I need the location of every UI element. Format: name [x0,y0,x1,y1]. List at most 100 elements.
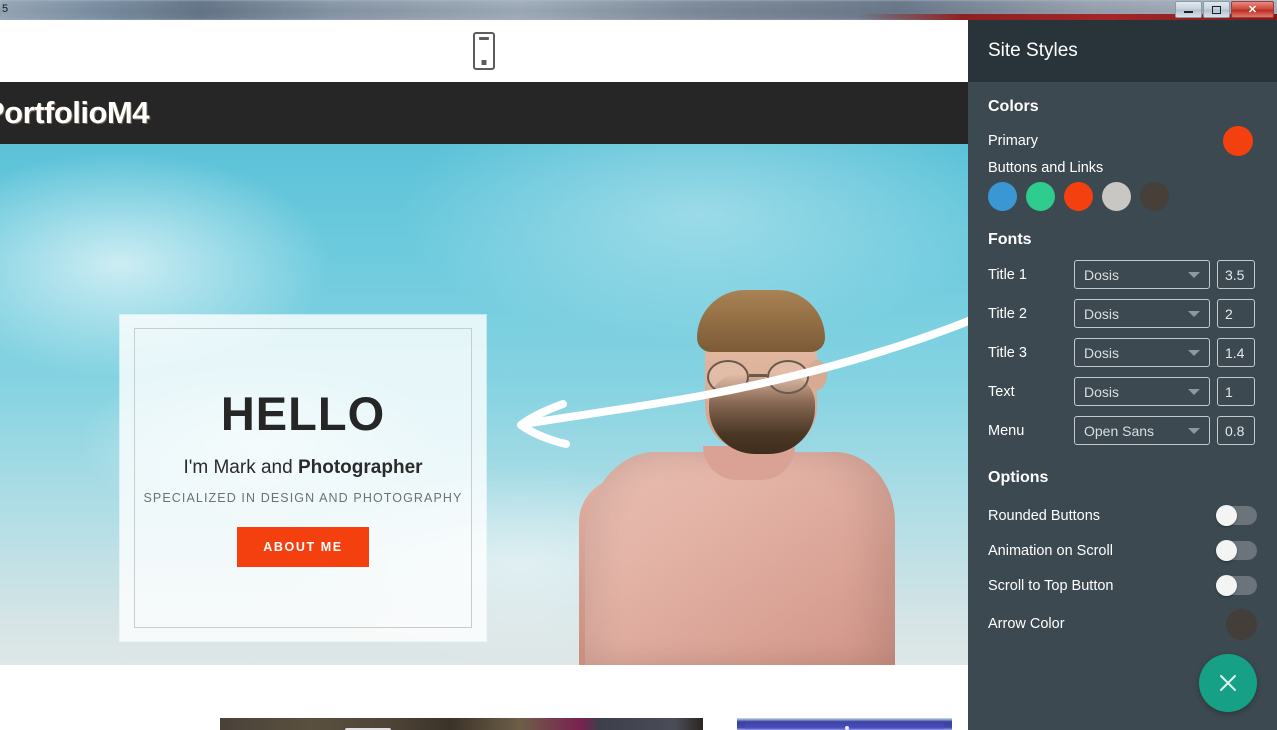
hero-card-inner: HELLO I'm Mark and Photographer SPECIALI… [134,328,472,628]
font-label-text: Text [988,383,1015,400]
option-row-animation-on-scroll: Animation on Scroll [988,533,1257,568]
font-select-text[interactable]: Dosis [1074,377,1210,406]
font-size-value-title-3: 1.4 [1225,344,1245,361]
option-row-arrow-color: Arrow Color [988,603,1257,645]
close-x-icon [1220,675,1236,691]
font-row-menu: Menu Open Sans 0.8 [988,416,1257,445]
option-label-scroll-to-top: Scroll to Top Button [988,577,1114,594]
option-row-rounded-buttons: Rounded Buttons [988,498,1257,533]
font-value-title-2: Dosis [1084,305,1120,322]
chevron-down-icon [1188,310,1200,317]
font-value-title-3: Dosis [1084,344,1120,361]
toggle-knob [1216,575,1237,596]
maximize-button[interactable] [1203,1,1230,18]
arrow-color-swatch[interactable] [1226,608,1257,640]
font-row-title-3: Title 3 Dosis 1.4 [988,338,1257,367]
site-styles-panel: Site Styles Colors Primary Buttons and L… [968,20,1277,730]
hero-subtitle-plain: I'm Mark and [183,456,298,478]
panel-body: Colors Primary Buttons and Links Fonts T… [968,82,1277,645]
primary-color-swatch[interactable] [1223,126,1253,156]
site-logo[interactable]: PortfolioM4 [0,95,150,131]
toggle-knob [1216,505,1237,526]
options-section-heading: Options [988,469,1049,486]
chevron-down-icon [1188,388,1200,395]
hero-title: HELLO [220,386,386,440]
option-label-animation-on-scroll: Animation on Scroll [988,542,1113,559]
fonts-section-heading: Fonts [988,231,1032,248]
buttons-links-swatches [988,182,1257,211]
font-row-title-2: Title 2 Dosis 2 [988,299,1257,328]
primary-color-label: Primary [988,133,1038,149]
person-hair [697,290,825,352]
window-title-bar: 5 ✕ [0,0,1277,20]
window-title-label: 5 [2,3,9,15]
toggle-animation-on-scroll[interactable] [1216,540,1257,561]
chevron-down-icon [1188,427,1200,434]
option-label-rounded-buttons: Rounded Buttons [988,507,1101,524]
portfolio-thumbnail-1[interactable] [220,718,703,730]
mobile-phone-icon[interactable] [473,32,495,70]
maximize-icon [1212,5,1221,14]
font-size-input-text[interactable]: 1 [1217,377,1255,406]
portfolio-section [0,665,968,730]
font-label-title-1: Title 1 [988,266,1027,283]
person-glasses-bridge [749,374,767,377]
chevron-down-icon [1188,349,1200,356]
font-size-input-title-2[interactable]: 2 [1217,299,1255,328]
hero-specialized-text: SPECIALIZED IN DESIGN AND PHOTOGRAPHY [143,490,463,505]
font-select-title-3[interactable]: Dosis [1074,338,1210,367]
option-label-arrow-color: Arrow Color [988,616,1065,632]
close-panel-button[interactable] [1199,654,1257,712]
toggle-rounded-buttons[interactable] [1216,505,1257,526]
person-shirt [585,452,895,665]
font-row-title-1: Title 1 Dosis 3.5 [988,260,1257,289]
person-ear [807,360,827,390]
person-photo [579,264,915,665]
hero-content-card: HELLO I'm Mark and Photographer SPECIALI… [120,315,486,641]
colors-section-heading: Colors [988,98,1039,115]
close-button[interactable]: ✕ [1231,1,1274,18]
font-size-value-title-1: 3.5 [1225,266,1245,283]
font-value-menu: Open Sans [1084,422,1155,439]
font-value-title-1: Dosis [1084,266,1120,283]
font-size-value-title-2: 2 [1225,305,1233,322]
about-me-button[interactable]: ABOUT ME [237,526,369,567]
panel-title: Site Styles [988,40,1078,61]
app-root: 5 ✕ PortfolioM4 HELLO I'm Mark and Photo… [0,0,1277,730]
font-select-menu[interactable]: Open Sans [1074,416,1210,445]
minimize-icon [1184,11,1193,13]
font-label-title-2: Title 2 [988,305,1027,322]
window-controls: ✕ [1175,1,1274,18]
swatch-light-gray[interactable] [1102,182,1131,211]
swatch-green[interactable] [1026,182,1055,211]
font-select-title-2[interactable]: Dosis [1074,299,1210,328]
font-size-input-menu[interactable]: 0.8 [1217,416,1255,445]
font-select-title-1[interactable]: Dosis [1074,260,1210,289]
buttons-links-label: Buttons and Links [988,160,1104,176]
portfolio-thumbnail-2[interactable] [737,718,952,730]
website-preview-canvas: PortfolioM4 HELLO I'm Mark and Photograp… [0,20,968,730]
hero-subtitle-bold: Photographer [297,456,423,478]
font-label-title-3: Title 3 [988,344,1027,361]
swatch-blue[interactable] [988,182,1017,211]
chevron-down-icon [1188,271,1200,278]
swatch-orange[interactable] [1064,182,1093,211]
font-size-value-menu: 0.8 [1225,422,1245,439]
font-value-text: Dosis [1084,383,1120,400]
toggle-knob [1216,540,1237,561]
hero-subtitle: I'm Mark and Photographer [183,457,422,479]
font-size-input-title-1[interactable]: 3.5 [1217,260,1255,289]
person-glasses-left [707,360,749,394]
toggle-scroll-to-top[interactable] [1216,575,1257,596]
font-row-text: Text Dosis 1 [988,377,1257,406]
panel-header: Site Styles [968,20,1277,82]
font-label-menu: Menu [988,422,1025,439]
person-glasses-right [767,360,809,394]
minimize-button[interactable] [1175,1,1202,18]
site-navigation-bar: PortfolioM4 [0,82,968,144]
swatch-dark-brown[interactable] [1140,182,1169,211]
font-size-input-title-3[interactable]: 1.4 [1217,338,1255,367]
hero-section: HELLO I'm Mark and Photographer SPECIALI… [0,144,968,665]
editor-toolbar [0,20,968,82]
primary-color-row[interactable]: Primary [988,126,1257,156]
